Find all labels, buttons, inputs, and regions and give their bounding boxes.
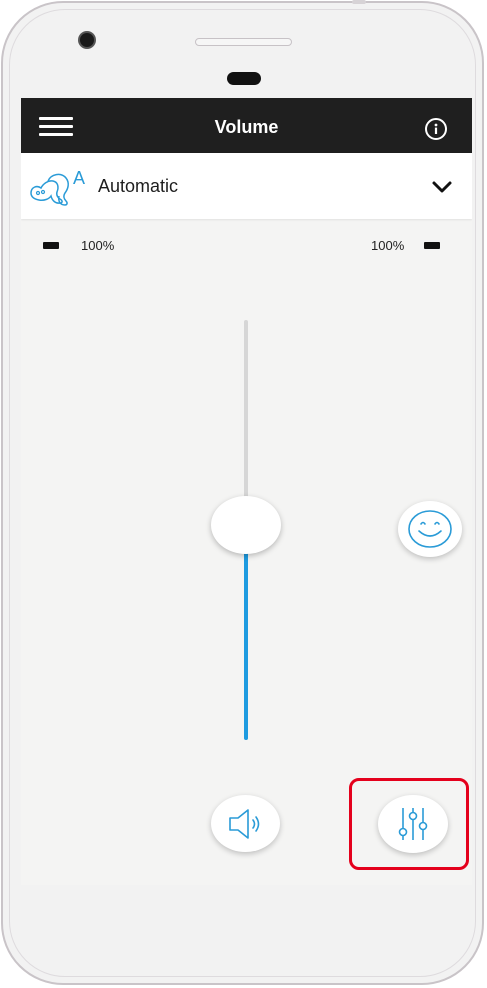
battery-left-value: 100% xyxy=(81,237,115,253)
page-title: Volume xyxy=(214,117,279,137)
smiley-button[interactable] xyxy=(398,501,462,557)
proximity-sensor xyxy=(227,72,261,85)
app-screen: Volume A Automatic 100% 100% xyxy=(21,98,472,885)
volume-slider-fill xyxy=(244,551,248,740)
chevron-down-icon[interactable] xyxy=(431,180,453,194)
info-icon[interactable] xyxy=(425,118,447,140)
earpiece-speaker xyxy=(195,38,292,46)
battery-left: 100% xyxy=(43,237,114,253)
phone-side-button xyxy=(352,0,366,4)
battery-right: 100% xyxy=(371,237,441,253)
battery-icon xyxy=(43,241,59,249)
program-label: Automatic xyxy=(98,176,179,196)
front-camera xyxy=(80,33,94,47)
highlight-box xyxy=(349,778,469,870)
hearing-aid-automatic-icon: A xyxy=(27,166,89,208)
battery-right-value: 100% xyxy=(371,237,405,253)
volume-slider-thumb[interactable] xyxy=(211,496,281,554)
smiley-icon xyxy=(408,510,452,548)
top-app-bar: Volume xyxy=(21,98,472,153)
program-selector[interactable]: A Automatic xyxy=(21,153,472,219)
speaker-icon xyxy=(228,808,259,839)
battery-icon xyxy=(424,241,441,249)
speaker-button[interactable] xyxy=(211,795,280,852)
program-letter: A xyxy=(73,168,85,188)
